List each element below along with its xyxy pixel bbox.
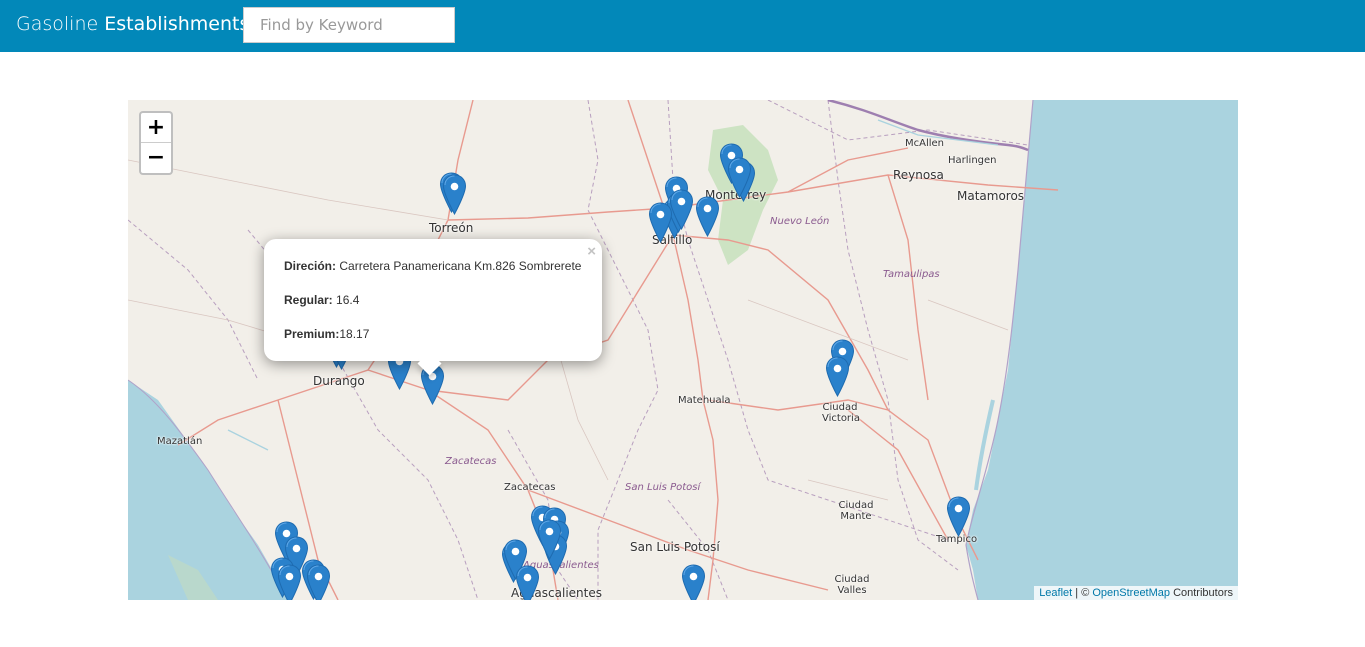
zoom-in-button[interactable]: + [141,113,171,143]
leaflet-link[interactable]: Leaflet [1039,587,1072,599]
zoom-control: + − [139,111,173,175]
brand-title-light: Gasoline [16,13,99,35]
zoom-out-button[interactable]: − [141,143,171,173]
brand-title[interactable]: Gasoline Establishments [16,13,249,35]
city-label: Durango [313,374,365,388]
map-marker-icon[interactable] [515,565,540,600]
map-marker-icon[interactable] [648,202,673,243]
popup-premium-value: 18.17 [339,327,370,341]
popup-direction-label: Direción: [284,259,337,273]
popup-premium-label: Premium: [284,327,340,341]
map-marker-icon[interactable] [681,564,706,600]
popup-direction: Direción: Carretera Panamericana Km.826 … [284,259,581,273]
brand-title-bold: Establishments [104,13,250,35]
search-input[interactable] [243,7,455,43]
city-label: Ciudad Mante [838,500,874,522]
city-label: Ciudad Victoria [822,402,860,424]
osm-link[interactable]: OpenStreetMap [1092,587,1170,599]
city-label: Torreón [429,221,474,235]
map-marker-icon[interactable] [727,157,752,198]
popup-regular: Regular: 16.4 [284,293,359,307]
city-label: Zacatecas [504,482,556,493]
state-label: Tamaulipas [883,269,940,280]
map-marker-icon[interactable] [306,564,331,600]
map-marker-icon[interactable] [946,496,971,537]
map-marker-icon[interactable] [825,356,850,397]
state-label: San Luis Potosí [625,482,701,493]
city-label: Matehuala [678,395,731,406]
popup-regular-label: Regular: [284,293,333,307]
popup-premium: Premium:18.17 [284,327,369,341]
popup-close-button[interactable]: × [587,243,596,260]
map-marker-icon[interactable] [442,174,467,215]
map-attribution: Leaflet | © OpenStreetMap Contributors [1034,586,1238,600]
popup-regular-value: 16.4 [336,293,360,307]
state-label: Nuevo León [770,216,830,227]
map-marker-icon[interactable] [277,564,302,600]
city-label: McAllen [905,138,945,149]
city-label: Mazatlán [157,436,203,447]
top-navbar: Gasoline Establishments [0,0,1365,52]
city-label: San Luis Potosí [630,540,720,554]
city-label: Ciudad Valles [834,574,870,596]
city-label: Matamoros [957,189,1025,203]
map-marker-icon[interactable] [695,196,720,237]
city-label: Reynosa [893,168,944,182]
city-label: Harlingen [948,155,997,166]
marker-popup: × Direción: Carretera Panamericana Km.82… [264,239,602,376]
map-marker-icon[interactable] [537,519,562,560]
map-container[interactable]: McAllen Harlingen Reynosa Matamoros Mont… [128,100,1238,600]
state-label: Zacatecas [445,456,497,467]
popup-direction-value: Carretera Panamericana Km.826 Sombrerete [339,259,582,273]
